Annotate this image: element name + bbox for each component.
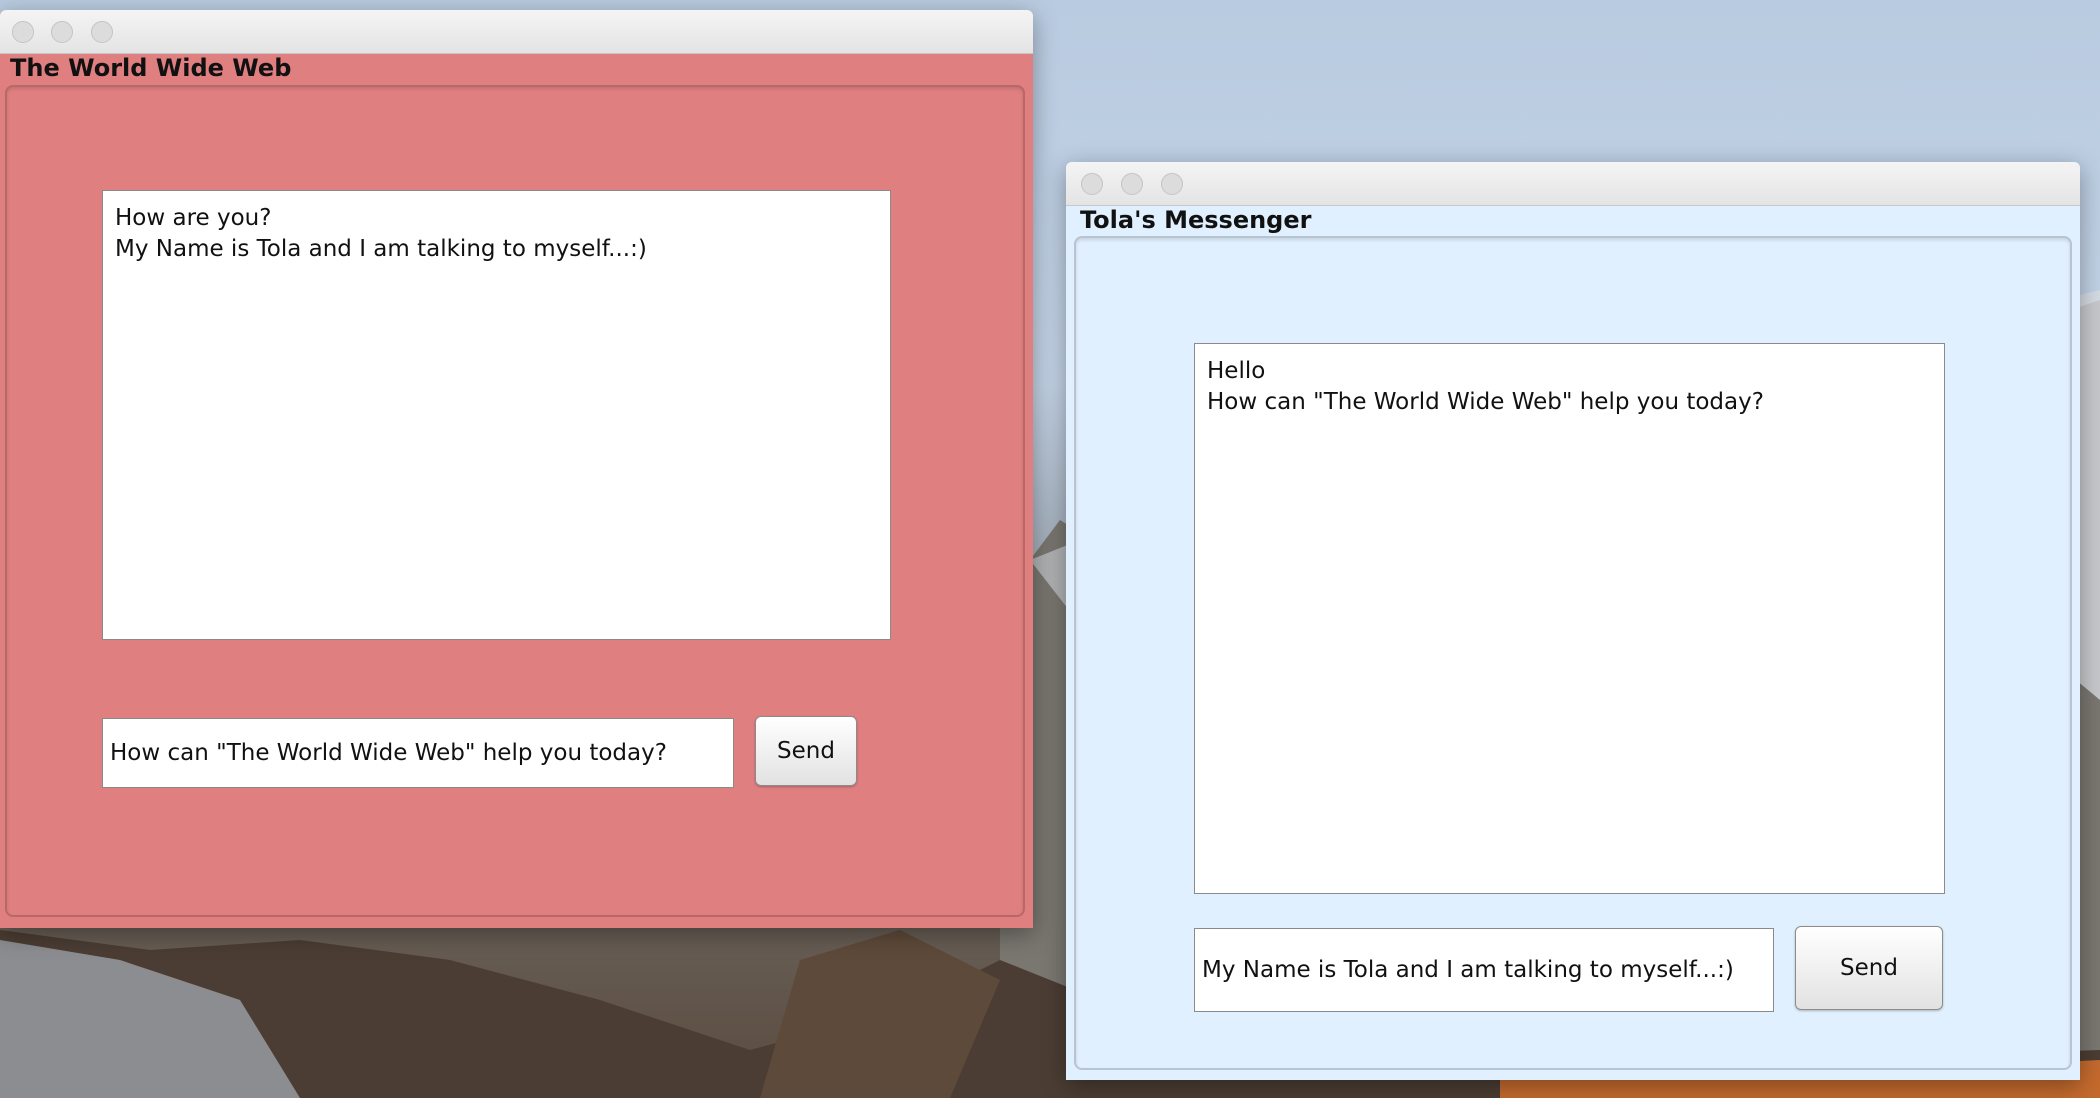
zoom-window-icon[interactable] — [91, 21, 113, 43]
close-window-icon[interactable] — [1081, 173, 1103, 195]
zoom-window-icon[interactable] — [1161, 173, 1183, 195]
minimize-window-icon[interactable] — [51, 21, 73, 43]
chat-message: My Name is Tola and I am talking to myse… — [115, 236, 647, 262]
left-send-button[interactable]: Send — [755, 716, 857, 786]
right-send-button[interactable]: Send — [1795, 926, 1943, 1010]
chat-message: Hello — [1207, 358, 1266, 384]
left-chat-window: The World Wide Web How are you? My Name … — [0, 10, 1033, 928]
chat-message: How are you? — [115, 205, 272, 231]
close-window-icon[interactable] — [12, 21, 34, 43]
chat-message: How can "The World Wide Web" help you to… — [1207, 389, 1764, 415]
left-window-title: The World Wide Web — [10, 54, 292, 82]
minimize-window-icon[interactable] — [1121, 173, 1143, 195]
right-window-titlebar[interactable] — [1066, 162, 2080, 206]
right-message-input[interactable]: My Name is Tola and I am talking to myse… — [1194, 928, 1774, 1012]
left-window-titlebar[interactable] — [0, 10, 1033, 54]
right-chat-window: Tola's Messenger Hello How can "The Worl… — [1066, 162, 2080, 1080]
desktop-background: The World Wide Web How are you? My Name … — [0, 0, 2100, 1098]
right-chat-history[interactable]: Hello How can "The World Wide Web" help … — [1194, 343, 1945, 894]
left-message-input[interactable]: How can "The World Wide Web" help you to… — [102, 718, 734, 788]
right-window-title: Tola's Messenger — [1080, 206, 1312, 234]
left-chat-history[interactable]: How are you? My Name is Tola and I am ta… — [102, 190, 891, 640]
